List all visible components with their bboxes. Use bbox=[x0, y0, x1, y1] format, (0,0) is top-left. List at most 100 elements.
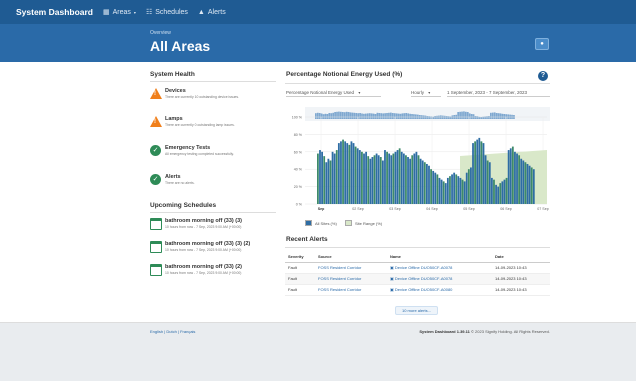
nav-schedules[interactable]: ☷ Schedules bbox=[146, 8, 188, 17]
health-item-desc: All emergency testing completed successf… bbox=[165, 152, 234, 156]
product-version: System Dashboard 1.39.11 bbox=[419, 329, 470, 334]
nav-areas[interactable]: ▦ Areas ▾ bbox=[103, 8, 136, 17]
bar bbox=[335, 150, 338, 204]
upcoming-schedules-heading: Upcoming Schedules bbox=[150, 202, 217, 209]
bar bbox=[528, 165, 531, 204]
x-tick-label: 04 Sep bbox=[426, 207, 437, 211]
warning-icon: ! bbox=[150, 88, 162, 100]
legend-label: Site Range (%) bbox=[355, 220, 383, 226]
alert-source-link[interactable]: FOSS Resident Corridor bbox=[315, 273, 387, 285]
bar bbox=[518, 155, 521, 204]
bar bbox=[340, 141, 342, 204]
bar bbox=[507, 150, 510, 204]
bar bbox=[501, 181, 504, 204]
help-icon[interactable]: ? bbox=[538, 71, 548, 81]
footer-copyright: System Dashboard 1.39.11 © 2023 Signify … bbox=[390, 329, 550, 334]
bar bbox=[319, 150, 321, 204]
bar bbox=[486, 160, 489, 204]
column-header-source[interactable]: Source bbox=[315, 252, 387, 263]
page-title: All Areas bbox=[150, 38, 211, 54]
legend-item-site-range[interactable]: Site Range (%) bbox=[345, 220, 382, 226]
bar bbox=[530, 167, 533, 204]
bar bbox=[348, 144, 351, 204]
system-health-heading: System Health bbox=[150, 71, 195, 78]
alert-name-link[interactable]: ▣ Device Offline DUO50CF-A0080 bbox=[387, 284, 492, 296]
bar bbox=[522, 160, 525, 204]
bar bbox=[524, 162, 527, 204]
divider bbox=[285, 247, 550, 248]
nav-alerts[interactable]: ▲ Alerts bbox=[198, 9, 226, 16]
interval-select[interactable]: Hourly ▾ bbox=[411, 90, 441, 97]
bar bbox=[472, 143, 474, 204]
bar bbox=[449, 176, 451, 204]
banner-action-button[interactable]: ● bbox=[535, 38, 549, 50]
health-item-title: Lamps bbox=[165, 116, 183, 122]
alert-date: 14-09-2023 10:43 bbox=[492, 262, 550, 274]
x-tick-label: 03 Sep bbox=[389, 207, 400, 211]
health-item-desc: There are currently 10 outstanding devic… bbox=[165, 95, 240, 99]
legend-item-all-sites[interactable]: All Sites (%) bbox=[305, 220, 337, 226]
alert-name-link[interactable]: ▣ Device Offline DUO50CF-A0078 bbox=[387, 262, 492, 274]
health-item-title: Emergency Tests bbox=[165, 145, 211, 151]
bar bbox=[482, 143, 485, 204]
table-row[interactable]: Fault FOSS Resident Corridor ▣ Device Of… bbox=[285, 262, 550, 274]
table-row[interactable]: Fault FOSS Resident Corridor ▣ Device Of… bbox=[285, 273, 550, 285]
alert-name-link[interactable]: ▣ Device Offline DUO50CF-A0078 bbox=[387, 273, 492, 285]
more-alerts-button[interactable]: 10 more alerts... bbox=[395, 306, 438, 315]
bar bbox=[478, 137, 481, 204]
alert-date: 14-09-2023 10:43 bbox=[492, 284, 550, 296]
alert-source-link[interactable]: FOSS Resident Corridor bbox=[315, 284, 387, 296]
calendar-icon bbox=[150, 264, 162, 276]
bar bbox=[346, 143, 349, 204]
bar bbox=[470, 167, 472, 204]
column-header-date[interactable]: Date bbox=[492, 252, 550, 263]
bar bbox=[463, 181, 466, 204]
page-eyebrow: Overview bbox=[150, 30, 171, 36]
brand-title[interactable]: System Dashboard bbox=[0, 7, 103, 17]
bar bbox=[459, 177, 462, 204]
divider bbox=[285, 83, 550, 84]
bar bbox=[499, 183, 502, 204]
check-circle-icon: ✓ bbox=[150, 145, 162, 157]
bar bbox=[423, 162, 426, 204]
schedule-desc: 10 hours from now - 7 Sep, 2023 9:00 AM … bbox=[165, 248, 242, 252]
bar bbox=[520, 158, 523, 204]
x-axis-labels: Sep 02 Sep 03 Sep 04 Sep 05 Sep 06 Sep 07 Sep bbox=[318, 207, 549, 211]
bar bbox=[428, 165, 430, 204]
table-row[interactable]: Fault FOSS Resident Corridor ▣ Device Of… bbox=[285, 284, 550, 296]
top-nav: System Dashboard ▦ Areas ▾ ☷ Schedules ▲… bbox=[0, 0, 636, 24]
metric-select[interactable]: Percentage Notional Energy Used ▾ bbox=[286, 90, 381, 97]
bar bbox=[350, 141, 353, 204]
chevron-down-icon: ▾ bbox=[428, 90, 431, 95]
column-header-severity[interactable]: Severity bbox=[285, 252, 315, 263]
bar bbox=[440, 179, 443, 204]
bar bbox=[333, 153, 336, 204]
alert-severity: Fault bbox=[285, 284, 315, 296]
bar bbox=[415, 151, 418, 204]
bar bbox=[503, 179, 506, 204]
table-header-row: Severity Source Name Date bbox=[285, 252, 550, 263]
y-tick-label: 60 % bbox=[294, 150, 303, 154]
page-banner: Overview All Areas ● bbox=[0, 24, 636, 62]
bar bbox=[390, 155, 393, 204]
x-tick-label: 05 Sep bbox=[463, 207, 474, 211]
bar bbox=[411, 155, 414, 204]
alert-name-label: Device Offline DUO50CF-A0080 bbox=[394, 287, 453, 292]
x-tick-label: 02 Sep bbox=[352, 207, 363, 211]
column-header-name[interactable]: Name bbox=[387, 252, 492, 263]
bar bbox=[495, 184, 497, 204]
bar bbox=[455, 174, 458, 204]
alerts-table: Severity Source Name Date Fault FOSS Res… bbox=[285, 252, 550, 296]
bar bbox=[325, 162, 328, 204]
y-axis-labels: 0 % 20 % 40 % 60 % 80 % 100 % bbox=[292, 116, 303, 207]
bar bbox=[446, 177, 449, 204]
health-item-title: Alerts bbox=[165, 174, 181, 180]
bar bbox=[394, 151, 397, 204]
date-range-picker[interactable]: 1 September, 2023 - 7 September, 2023 bbox=[447, 90, 550, 97]
bar bbox=[342, 139, 344, 204]
language-links[interactable]: English | Dutch | Français bbox=[150, 329, 195, 334]
bar bbox=[373, 155, 376, 204]
alert-source-link[interactable]: FOSS Resident Corridor bbox=[315, 262, 387, 274]
grid-icon: ▦ bbox=[103, 9, 110, 16]
bar bbox=[417, 155, 420, 204]
